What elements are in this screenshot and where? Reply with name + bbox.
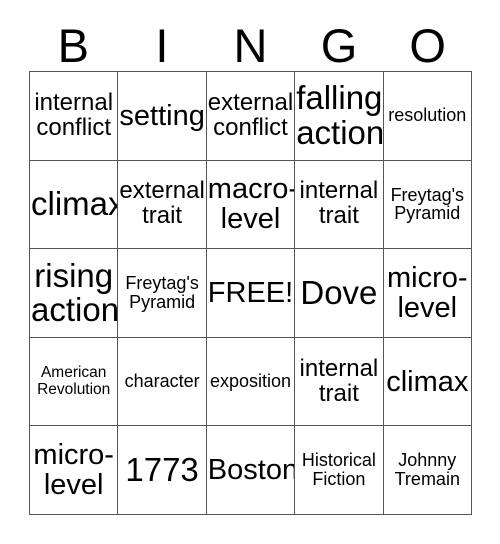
bingo-cell[interactable]: Johnny Tremain: [383, 426, 472, 515]
bingo-cell[interactable]: macro- level: [206, 160, 296, 250]
bingo-cell[interactable]: Freytag's Pyramid: [383, 160, 472, 250]
bingo-cell-label: internal trait: [299, 354, 379, 407]
bingo-cell-label: climax: [31, 185, 119, 223]
header-letter-o: O: [409, 19, 446, 72]
bingo-cell-label: rising action: [31, 256, 119, 328]
bingo-cell[interactable]: character: [118, 337, 207, 427]
bingo-cell-label: American Revolution: [37, 364, 111, 398]
bingo-cell[interactable]: external conflict: [206, 72, 296, 161]
bingo-cell-label: Dove: [300, 273, 378, 311]
bingo-cell-label: micro- level: [33, 439, 114, 502]
bingo-cell[interactable]: Freytag's Pyramid: [118, 249, 207, 338]
header-letter-b: B: [57, 19, 89, 72]
bingo-cell[interactable]: micro- level: [383, 249, 472, 338]
bingo-cell-label: external trait: [119, 177, 205, 230]
bingo-cell[interactable]: climax: [30, 160, 119, 250]
bingo-cell-label: Johnny Tremain: [394, 450, 460, 490]
header-letter-i: I: [155, 19, 169, 72]
bingo-grid: internal conflict setting external conflic…: [29, 71, 472, 515]
bingo-header: B I N G O: [29, 12, 472, 71]
bingo-cell-label: external conflict: [207, 88, 294, 141]
bingo-cell[interactable]: external trait: [118, 160, 207, 250]
bingo-cell[interactable]: falling action: [295, 72, 384, 161]
bingo-cell-label: resolution: [388, 105, 467, 126]
bingo-cell[interactable]: internal conflict: [30, 72, 119, 161]
bingo-cell-label: character: [124, 371, 200, 392]
bingo-cell-label: internal conflict: [34, 88, 114, 141]
bingo-cell[interactable]: internal trait: [295, 337, 384, 427]
bingo-cell[interactable]: climax: [383, 337, 472, 427]
bingo-cell-label: internal trait: [299, 177, 379, 230]
bingo-cell-label: 1773: [125, 451, 199, 489]
header-letter-n: N: [233, 19, 268, 72]
bingo-card: B I N G O internal conflict setting extern…: [0, 0, 500, 544]
bingo-cell-label: setting: [119, 99, 205, 132]
header-letter-g: G: [320, 19, 358, 72]
bingo-cell[interactable]: resolution: [383, 72, 472, 161]
bingo-cell[interactable]: micro- level: [30, 426, 119, 515]
bingo-cell[interactable]: American Revolution: [30, 337, 119, 427]
bingo-cell-label: climax: [386, 365, 469, 398]
bingo-cell-label: macro- level: [207, 173, 296, 236]
bingo-cell-label: Freytag's Pyramid: [390, 184, 465, 224]
bingo-cell-label: micro- level: [387, 261, 468, 324]
bingo-cell-free[interactable]: FREE!: [206, 249, 296, 338]
bingo-cell-label: FREE!: [207, 276, 294, 309]
bingo-cell-label: falling action: [296, 79, 384, 151]
bingo-cell[interactable]: Historical Fiction: [295, 426, 384, 515]
bingo-cell[interactable]: rising action: [30, 249, 119, 338]
bingo-cell[interactable]: 1773: [118, 426, 207, 515]
bingo-cell-label: Historical Fiction: [301, 450, 376, 490]
bingo-cell[interactable]: Dove: [295, 249, 384, 338]
bingo-cell[interactable]: Boston: [206, 426, 296, 515]
bingo-cell-label: exposition: [209, 371, 292, 392]
bingo-cell[interactable]: internal trait: [295, 160, 384, 250]
bingo-cell-label: Boston: [207, 454, 296, 487]
bingo-cell[interactable]: setting: [118, 72, 207, 161]
bingo-cell[interactable]: exposition: [206, 337, 296, 427]
bingo-cell-label: Freytag's Pyramid: [125, 273, 199, 312]
